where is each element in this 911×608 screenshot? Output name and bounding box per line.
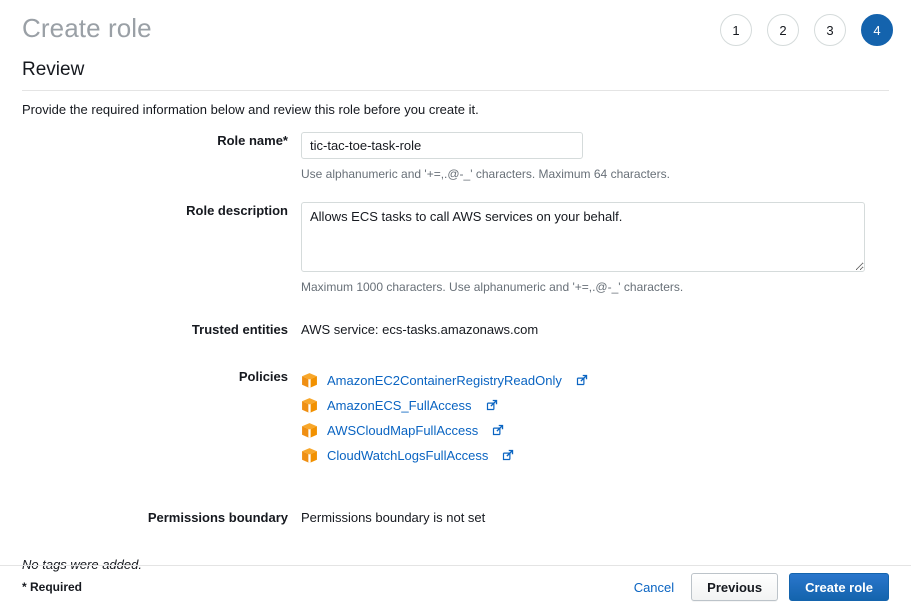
external-link-icon[interactable] <box>487 423 504 438</box>
role-name-field-group: Use alphanumeric and '+=,.@-_' character… <box>301 132 889 182</box>
form-row-role-description: Role description Maximum 1000 characters… <box>22 202 889 295</box>
policies-label: Policies <box>238 369 288 384</box>
role-name-input[interactable] <box>301 132 583 159</box>
section-title: Review <box>22 59 85 80</box>
policy-cube-icon <box>301 397 318 414</box>
permissions-boundary-value: Permissions boundary is not set <box>301 510 486 525</box>
page-header: Create role 1 2 3 4 <box>0 0 911 48</box>
policy-list: AmazonEC2ContainerRegistryReadOnly Amazo… <box>301 368 889 468</box>
form-row-policies: Policies AmazonEC2ContainerRegistryReadO… <box>22 368 889 468</box>
policy-link[interactable]: CloudWatchLogsFullAccess <box>327 447 488 464</box>
role-description-textarea[interactable] <box>301 202 865 272</box>
policy-cube-icon <box>301 447 318 464</box>
policy-cube-icon <box>301 422 318 439</box>
step-indicator-1[interactable]: 1 <box>720 14 752 46</box>
footer-actions: Cancel Previous Create role <box>628 573 889 601</box>
list-item: AWSCloudMapFullAccess <box>301 418 889 443</box>
external-link-icon[interactable] <box>497 448 514 463</box>
permissions-boundary-label: Permissions boundary <box>147 510 288 525</box>
external-link-icon[interactable] <box>481 398 498 413</box>
step-indicator-2[interactable]: 2 <box>767 14 799 46</box>
policies-field-group: AmazonEC2ContainerRegistryReadOnly Amazo… <box>301 368 889 468</box>
step-indicator-4[interactable]: 4 <box>861 14 893 46</box>
step-indicator: 1 2 3 4 <box>720 14 893 46</box>
trusted-entities-value: AWS service: ecs-tasks.amazonaws.com <box>301 322 539 337</box>
form-row-trusted-entities: Trusted entities AWS service: ecs-tasks.… <box>22 321 889 338</box>
form-row-role-name: Role name* Use alphanumeric and '+=,.@-_… <box>22 132 889 182</box>
policy-link[interactable]: AmazonEC2ContainerRegistryReadOnly <box>327 372 562 389</box>
required-note: * Required <box>22 580 83 594</box>
trusted-entities-field-group: AWS service: ecs-tasks.amazonaws.com <box>301 321 889 338</box>
role-name-label: Role name* <box>217 133 288 148</box>
role-description-hint: Maximum 1000 characters. Use alphanumeri… <box>301 280 684 294</box>
policy-link[interactable]: AmazonECS_FullAccess <box>327 397 472 414</box>
previous-button[interactable]: Previous <box>691 573 779 601</box>
role-description-label: Role description <box>186 203 288 218</box>
step-indicator-3[interactable]: 3 <box>814 14 846 46</box>
role-name-hint: Use alphanumeric and '+=,.@-_' character… <box>301 167 670 181</box>
trusted-entities-label: Trusted entities <box>191 322 288 337</box>
section-description: Provide the required information below a… <box>22 102 479 117</box>
list-item: CloudWatchLogsFullAccess <box>301 443 889 468</box>
list-item: AmazonECS_FullAccess <box>301 393 889 418</box>
section-divider <box>22 90 889 91</box>
policy-cube-icon <box>301 372 318 389</box>
form-row-permissions-boundary: Permissions boundary Permissions boundar… <box>22 509 889 526</box>
role-description-field-group: Maximum 1000 characters. Use alphanumeri… <box>301 202 889 295</box>
permissions-boundary-field-group: Permissions boundary is not set <box>301 509 889 526</box>
cancel-button[interactable]: Cancel <box>628 580 680 595</box>
policy-link[interactable]: AWSCloudMapFullAccess <box>327 422 478 439</box>
footer-bar: * Required Cancel Previous Create role <box>0 566 911 608</box>
external-link-icon[interactable] <box>571 373 588 388</box>
list-item: AmazonEC2ContainerRegistryReadOnly <box>301 368 889 393</box>
review-section: Review Provide the required information … <box>0 58 911 526</box>
review-form: Role name* Use alphanumeric and '+=,.@-_… <box>22 132 889 526</box>
create-role-button[interactable]: Create role <box>789 573 889 601</box>
